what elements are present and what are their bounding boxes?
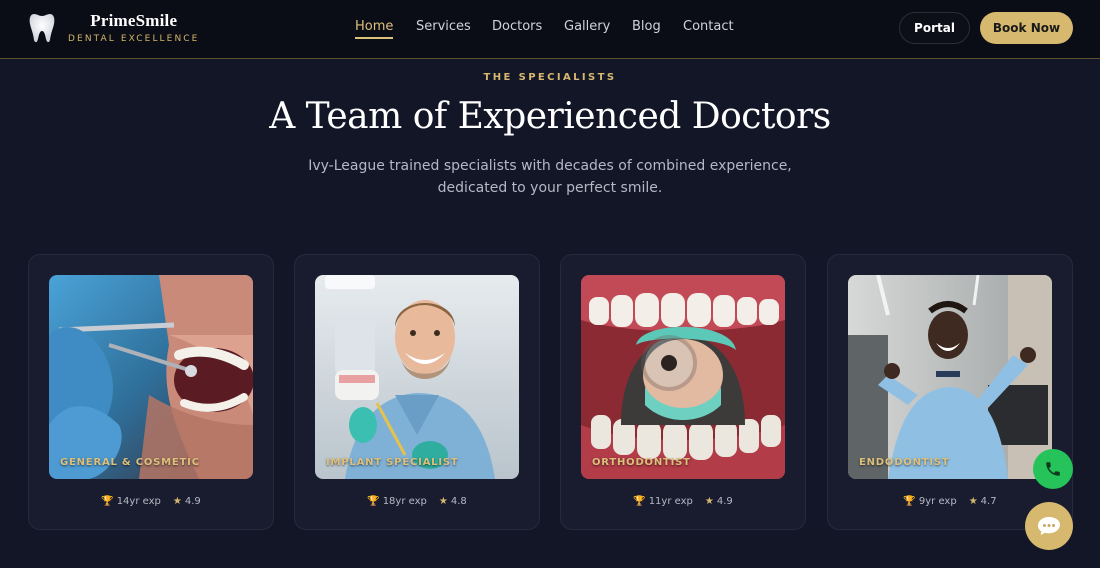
doctor-card[interactable]: IMPLANT SPECIALIST 🏆 18yr exp ★ 4.8 xyxy=(294,254,540,530)
rating-value: 4.7 xyxy=(980,496,997,507)
nav-services[interactable]: Services xyxy=(416,18,471,36)
trophy-icon: 🏆 xyxy=(903,496,916,507)
doctor-specialty: ORTHODONTIST xyxy=(592,457,691,468)
tooth-icon[interactable] xyxy=(29,12,55,44)
experience-value: 9yr exp xyxy=(918,496,957,507)
brand-logo[interactable]: PrimeSmile DENTAL EXCELLENCE xyxy=(68,12,199,46)
doctor-photo: IMPLANT SPECIALIST xyxy=(315,275,519,479)
doctor-stats: 🏆 11yr exp ★ 4.9 xyxy=(561,496,805,507)
nav-doctors[interactable]: Doctors xyxy=(492,18,542,36)
section-title: A Team of Experienced Doctors xyxy=(269,96,831,137)
brand-name: PrimeSmile xyxy=(90,11,178,30)
doctor-specialty: ENDODONTIST xyxy=(859,457,950,468)
trophy-icon: 🏆 xyxy=(367,496,380,507)
nav-home[interactable]: Home xyxy=(355,18,394,39)
phone-icon xyxy=(1046,462,1060,476)
portal-button[interactable]: Portal xyxy=(899,12,970,44)
top-navigation: PrimeSmile DENTAL EXCELLENCE Home Servic… xyxy=(0,0,1100,59)
chat-icon xyxy=(1038,517,1060,535)
section-eyebrow: THE SPECIALISTS xyxy=(483,72,617,83)
nav-blog[interactable]: Blog xyxy=(632,18,661,36)
star-icon: ★ xyxy=(172,496,182,507)
doctor-stats: 🏆 18yr exp ★ 4.8 xyxy=(295,496,539,507)
star-icon: ★ xyxy=(704,496,714,507)
book-now-button[interactable]: Book Now xyxy=(980,12,1073,44)
doctor-specialty: GENERAL & COSMETIC xyxy=(60,457,200,468)
doctor-card[interactable]: ORTHODONTIST 🏆 11yr exp ★ 4.9 xyxy=(560,254,806,530)
rating-value: 4.9 xyxy=(184,496,201,507)
doctor-stats: 🏆 14yr exp ★ 4.9 xyxy=(29,496,273,507)
star-icon: ★ xyxy=(968,496,978,507)
brand-tagline: DENTAL EXCELLENCE xyxy=(68,34,200,44)
section-subtitle: Ivy-League trained specialists with deca… xyxy=(308,158,792,196)
doctor-card[interactable]: ENDODONTIST 🏆 9yr exp ★ 4.7 xyxy=(827,254,1073,530)
doctor-specialty: IMPLANT SPECIALIST xyxy=(326,457,459,468)
chat-button[interactable] xyxy=(1025,502,1073,550)
doctor-photo: ORTHODONTIST xyxy=(581,275,785,479)
experience-value: 18yr exp xyxy=(382,496,427,507)
nav-gallery[interactable]: Gallery xyxy=(564,18,610,36)
rating-value: 4.9 xyxy=(716,496,733,507)
doctor-card[interactable]: GENERAL & COSMETIC 🏆 14yr exp ★ 4.9 xyxy=(28,254,274,530)
experience-value: 11yr exp xyxy=(648,496,693,507)
experience-value: 14yr exp xyxy=(116,496,161,507)
trophy-icon: 🏆 xyxy=(101,496,114,507)
nav-contact[interactable]: Contact xyxy=(683,18,734,36)
star-icon: ★ xyxy=(438,496,448,507)
doctor-photo: ENDODONTIST xyxy=(848,275,1052,479)
rating-value: 4.8 xyxy=(450,496,467,507)
doctor-photo: GENERAL & COSMETIC xyxy=(49,275,253,479)
phone-call-button[interactable] xyxy=(1033,449,1073,489)
trophy-icon: 🏆 xyxy=(633,496,646,507)
